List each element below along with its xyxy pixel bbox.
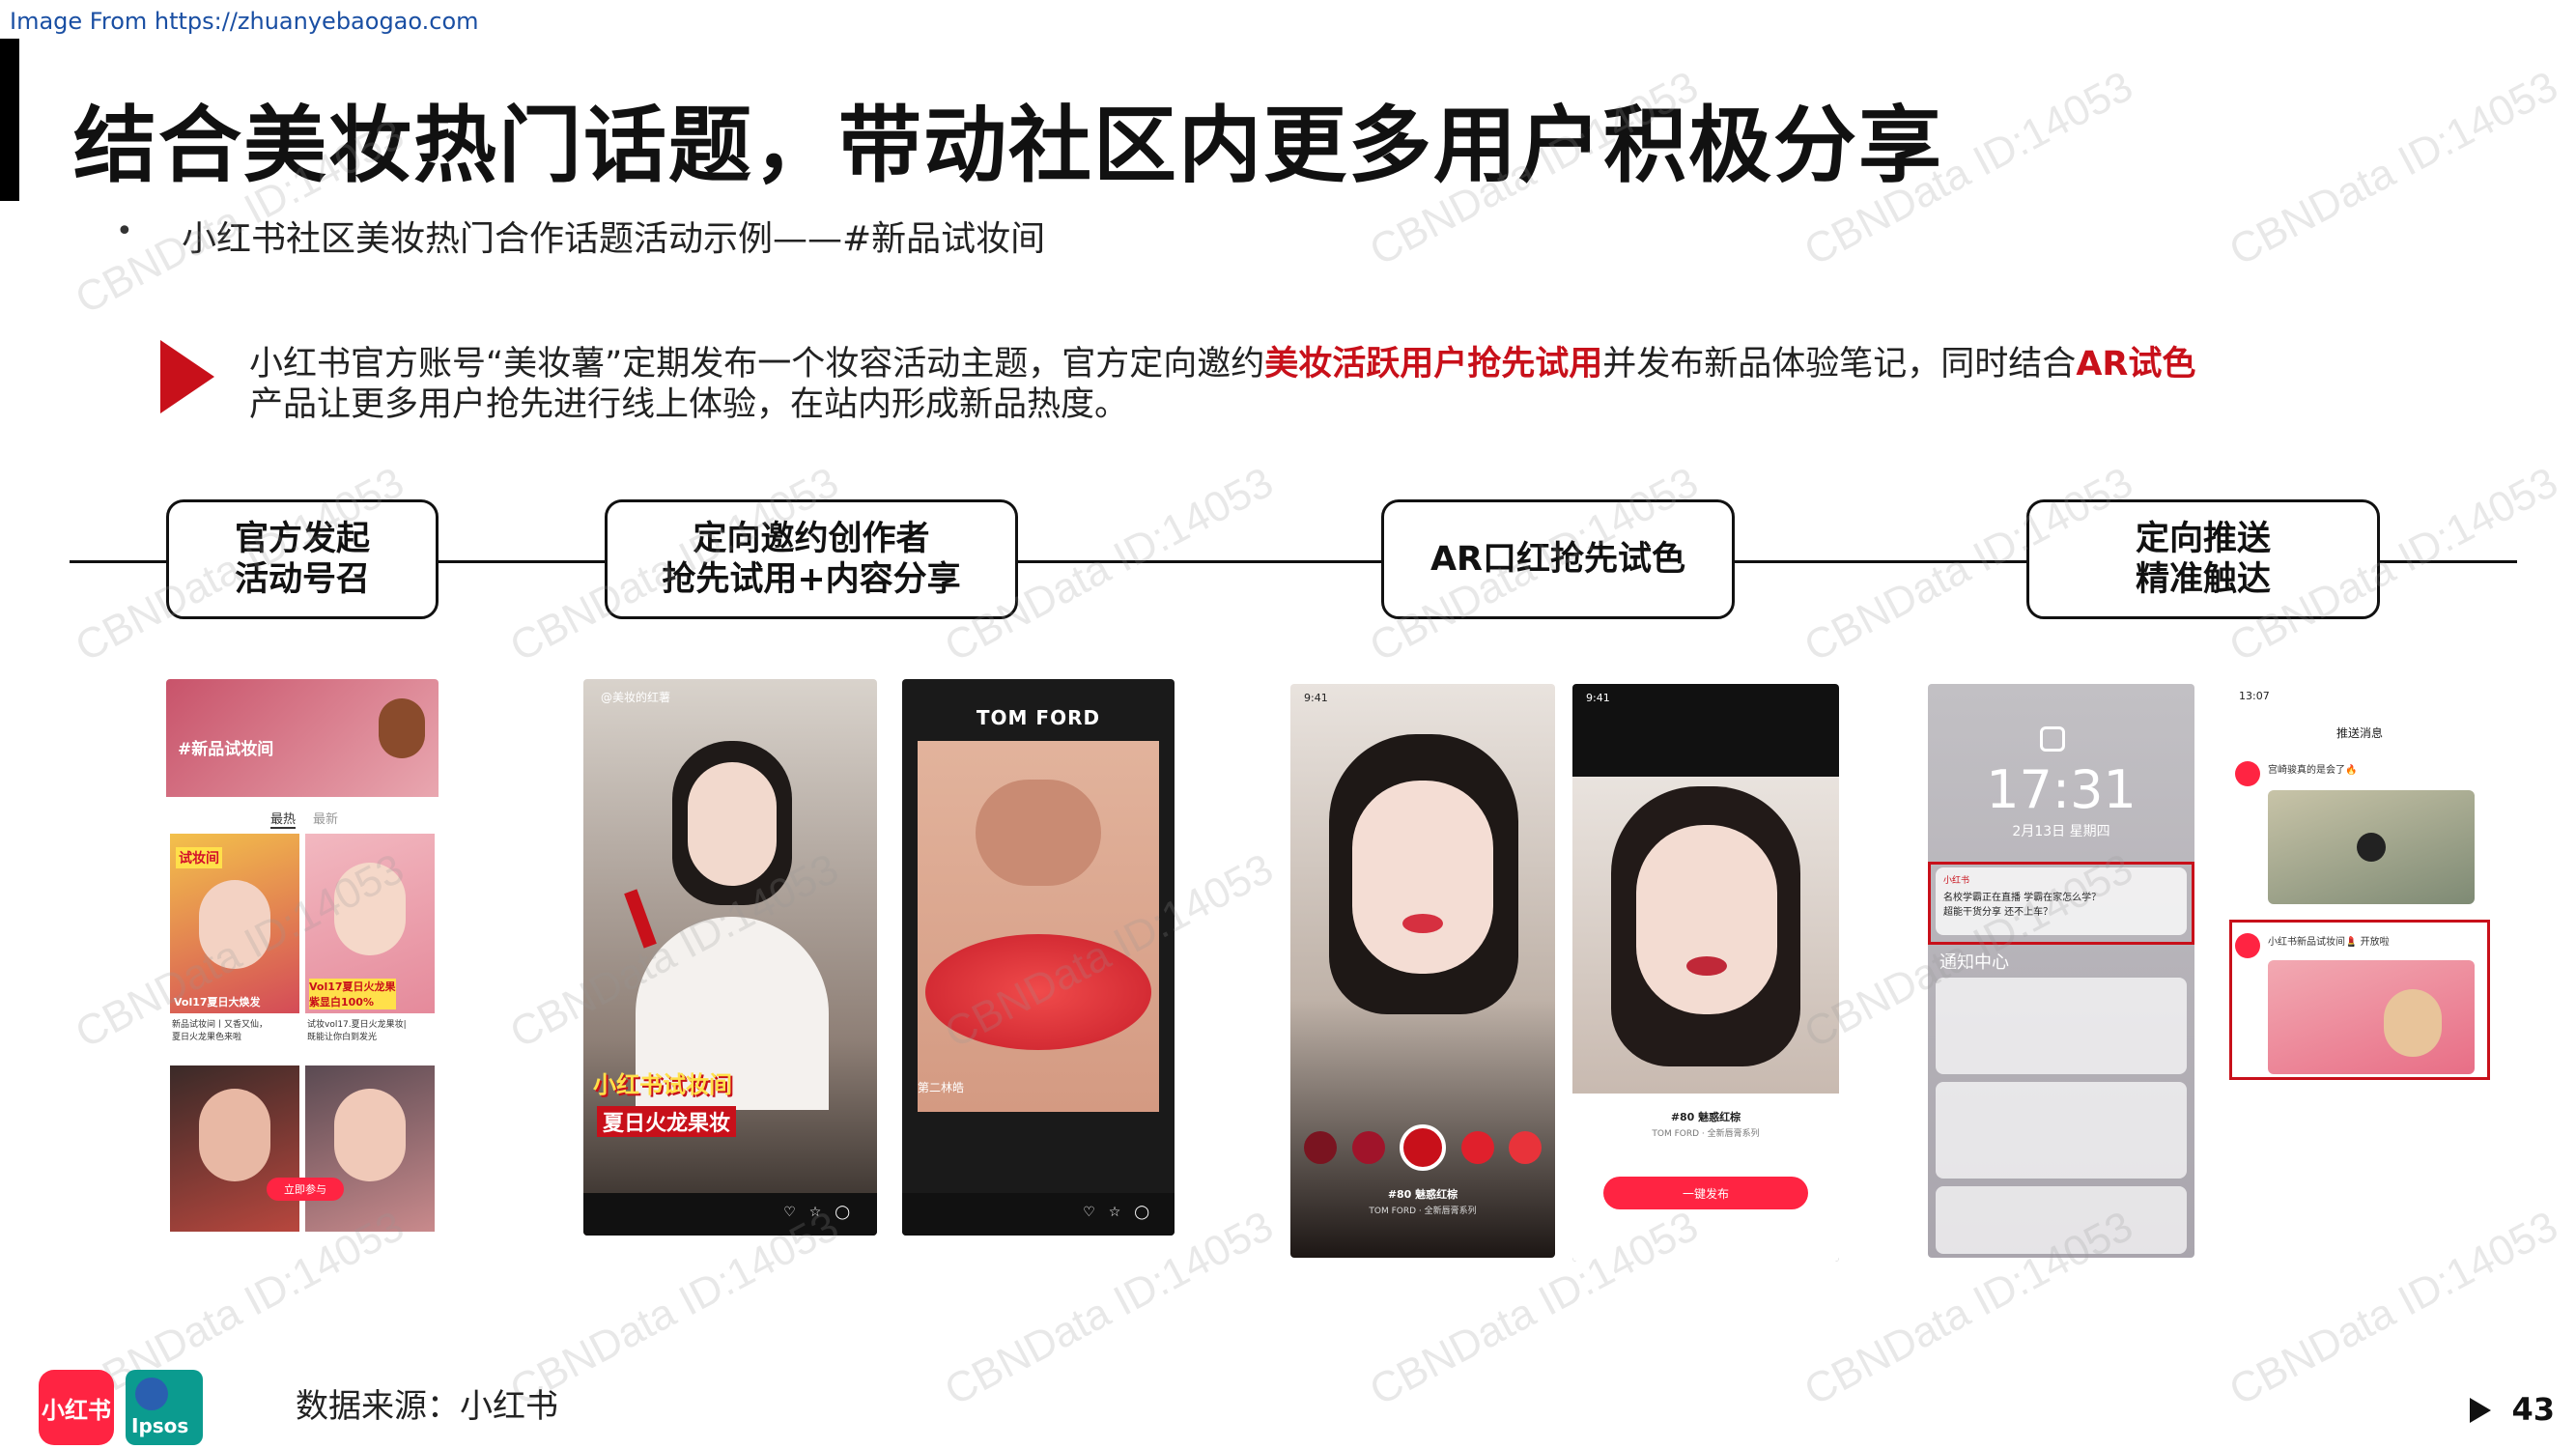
lips-shape — [925, 934, 1151, 1050]
ipsos-logo-circle — [135, 1378, 168, 1410]
note-card-1[interactable]: 试妆间 Vol17夏日大焕发 — [170, 834, 299, 1013]
notification-card[interactable] — [1936, 1186, 2187, 1254]
status-time: 13:07 — [2239, 690, 2270, 702]
page-title: 结合美妆热门话题，带动社区内更多用户积极分享 — [73, 98, 1943, 194]
screenshot-ar-tryon-2: 9:41 #80 魅惑红棕 TOM FORD · 全新唇膏系列 一键发布 — [1572, 684, 1839, 1262]
shade-swatch[interactable] — [1509, 1131, 1542, 1164]
ar-preview — [1572, 777, 1839, 1115]
notification-card[interactable] — [1936, 978, 2187, 1074]
like-collect-comment-icons[interactable]: ♡☆◯ — [1083, 1205, 1163, 1220]
note-card-3[interactable] — [170, 1065, 299, 1232]
screenshot-official-note: @美妆的红薯 小红书试妆间 夏日火龙果妆 ♡☆◯ — [583, 679, 877, 1236]
action-bar: ♡☆◯ — [902, 1193, 1175, 1236]
page-header: 推送消息 — [2335, 726, 2383, 740]
lipstick-icon — [624, 889, 657, 949]
note-card-2[interactable]: Vol17夏日火龙果 紫显白100% — [305, 834, 435, 1013]
tab-hot[interactable]: 最热 — [270, 809, 297, 829]
face-photo — [334, 863, 406, 955]
account-name: @美妆的红薯 — [601, 691, 671, 704]
watermark: CBNData ID:14053 — [2222, 62, 2565, 275]
nose-shape — [976, 780, 1101, 886]
brand-name: TOM FORD — [976, 706, 1101, 729]
join-button[interactable]: 立即参与 — [267, 1178, 344, 1201]
unlock-icon — [2040, 726, 2065, 752]
tab-new[interactable]: 最新 — [313, 809, 338, 827]
user-name: 第二林皓 — [918, 1081, 965, 1094]
action-bar: ♡☆◯ — [583, 1193, 877, 1236]
card-caption: Vol17夏日大焕发 — [174, 996, 261, 1009]
screenshot-topic-page: #新品试妆间 最热 最新 试妆间 Vol17夏日大焕发 Vol17夏日火龙果 紫… — [166, 679, 439, 1239]
description-highlight-2: AR试色 — [2076, 345, 2196, 384]
shade-selector[interactable] — [1304, 1124, 1542, 1171]
notification-center-label: 通知中心 — [1939, 952, 2009, 973]
screenshot-brand-note: TOM FORD 第二林皓 ♡☆◯ — [902, 679, 1175, 1236]
page-number: 43 — [2511, 1391, 2555, 1428]
description-text-1: 小红书官方账号“美妆薯”定期发布一个妆容活动主题，官方定向邀约 — [249, 345, 1265, 384]
lock-clock: 17:31 — [1986, 759, 2137, 820]
page-subtitle: 小红书社区美妆热门合作话题活动示例——#新品试妆间 — [182, 219, 1046, 259]
avatar — [2235, 761, 2260, 786]
note-title-1: 新品试妆间丨又香又仙， 夏日火龙果色来啦 — [172, 1020, 269, 1042]
step-ar-lipstick-trial: AR口红抢先试色 — [1381, 499, 1735, 619]
ipsos-logo: Ipsos — [126, 1370, 203, 1445]
play-arrow-icon — [160, 340, 214, 413]
play-icon[interactable] — [2357, 833, 2386, 862]
description: 小红书官方账号“美妆薯”定期发布一个妆容活动主题，官方定向邀约美妆活跃用户抢先试… — [249, 344, 2229, 425]
title-accent-bar — [0, 39, 19, 201]
highlight-box-message — [2229, 920, 2490, 1080]
face-photo — [199, 1089, 270, 1181]
card-caption: Vol17夏日火龙果 紫显白100% — [309, 979, 396, 1009]
product-name: #80 魅惑红棕 — [1387, 1188, 1458, 1201]
shade-swatch[interactable] — [1304, 1131, 1337, 1164]
face-photo — [334, 1089, 406, 1181]
note-card-4[interactable] — [305, 1065, 435, 1232]
product-name: #80 魅惑红棕 — [1670, 1111, 1741, 1123]
face-photo — [199, 880, 270, 969]
subtitle-bullet: • — [116, 214, 133, 248]
note-title-2: 试妆vol17.夏日火龙果妆| 既能让你白到发光 — [307, 1020, 407, 1042]
lips-shape — [1686, 956, 1727, 976]
status-time: 9:41 — [1586, 692, 1610, 704]
publish-button[interactable]: 一键发布 — [1603, 1177, 1808, 1209]
message-image-1[interactable] — [2268, 790, 2475, 904]
topic-banner: #新品试妆间 — [166, 679, 439, 797]
screenshot-ar-tryon-1: 9:41 #80 魅惑红棕 TOM FORD · 全新唇膏系列 — [1290, 684, 1555, 1258]
source-url[interactable]: Image From https://zhuanyebaogao.com — [10, 8, 479, 35]
shade-swatch[interactable] — [1460, 1131, 1494, 1164]
mascot-icon — [379, 698, 425, 758]
description-text-3: 产品让更多用户抢先进行线上体验，在站内形成新品热度。 — [249, 385, 1129, 424]
message-text-1: 宫崎骏真的是会了🔥 — [2268, 765, 2358, 776]
step-creator-invite: 定向邀约创作者 抢先试用+内容分享 — [605, 499, 1018, 619]
ipsos-logo-text: Ipsos — [131, 1414, 189, 1437]
face-photo — [1352, 781, 1493, 974]
publish-panel: #80 魅惑红棕 TOM FORD · 全新唇膏系列 一键发布 — [1572, 1094, 1839, 1262]
video-caption: 小红书试妆间 — [593, 1071, 732, 1098]
product-brand: TOM FORD · 全新唇膏系列 — [1652, 1129, 1760, 1139]
video-banner: 夏日火龙果妆 — [597, 1106, 737, 1137]
step-targeted-push: 定向推送 精准触达 — [2026, 499, 2380, 619]
notification-card[interactable] — [1936, 1082, 2187, 1179]
shade-swatch[interactable] — [1351, 1131, 1385, 1164]
lips-photo — [918, 741, 1159, 1112]
data-source: 数据来源：小红书 — [296, 1387, 558, 1426]
lips-shape — [1402, 914, 1443, 933]
description-text-2: 并发布新品体验笔记，同时结合 — [1602, 345, 2077, 384]
face-photo — [688, 762, 777, 886]
watermark: CBNData ID:14053 — [2222, 1202, 2565, 1415]
like-collect-comment-icons[interactable]: ♡☆◯ — [783, 1205, 863, 1220]
camera-icon[interactable] — [1400, 1124, 1446, 1171]
xiaohongshu-logo: 小红书 — [39, 1370, 114, 1445]
highlight-box-notification — [1928, 862, 2194, 945]
product-brand: TOM FORD · 全新唇膏系列 — [1369, 1207, 1477, 1216]
topic-name: #新品试妆间 — [178, 740, 274, 759]
card-tag: 试妆间 — [176, 847, 222, 868]
status-time: 9:41 — [1304, 692, 1328, 704]
page-arrow-icon — [2470, 1398, 2491, 1423]
lock-date: 2月13日 星期四 — [2012, 824, 2110, 839]
description-highlight-1: 美妆活跃用户抢先试用 — [1264, 345, 1603, 384]
face-photo — [1636, 825, 1777, 1014]
screenshot-lockscreen-push: 17:31 2月13日 星期四 小红书 名校学霸正在直播 学霸在家怎么学？ 超能… — [1928, 684, 2194, 1258]
step-official-launch: 官方发起 活动号召 — [166, 499, 439, 619]
